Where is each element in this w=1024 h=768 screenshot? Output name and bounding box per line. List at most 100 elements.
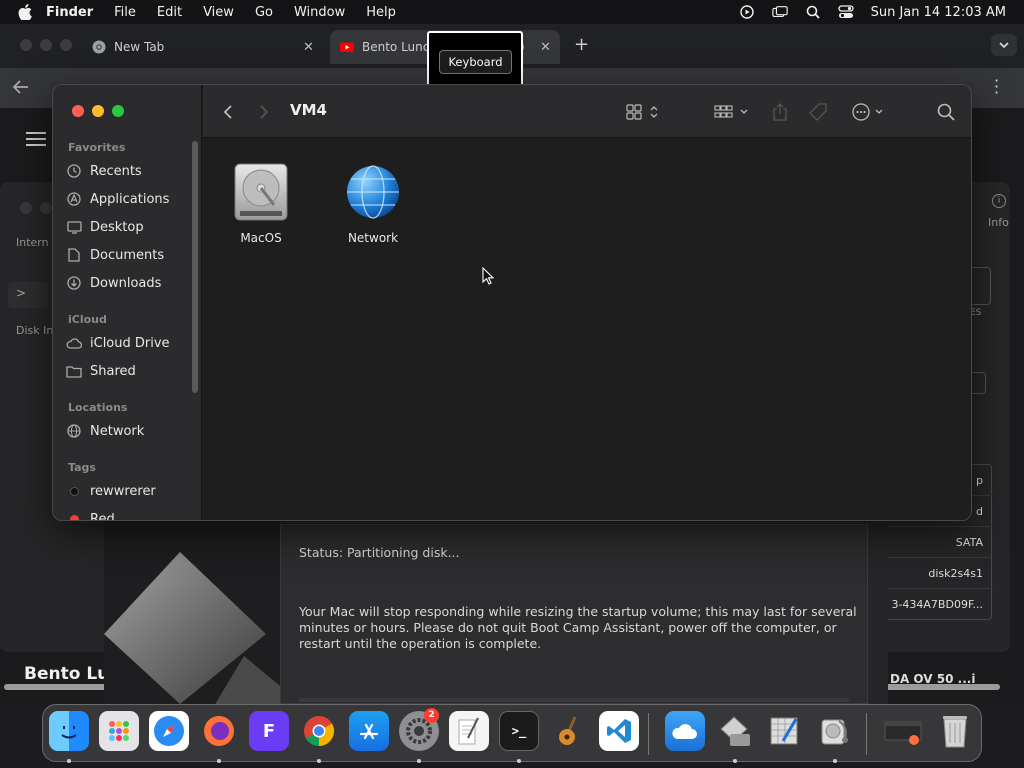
browser-minimize-button[interactable] (40, 39, 52, 51)
terminal-icon[interactable]: >_ (499, 711, 539, 751)
info-icon[interactable]: i (992, 194, 1006, 208)
firefox-icon[interactable] (199, 711, 239, 751)
back-arrow-icon[interactable] (12, 79, 30, 95)
sidebar-item-label: Applications (90, 191, 170, 207)
sidebar-label-disk: Disk In (16, 324, 54, 337)
more-actions-icon[interactable] (852, 101, 888, 123)
back-chevron-icon[interactable] (223, 101, 233, 123)
more-menu-icon[interactable]: · · · (994, 73, 999, 101)
sidebar-item-label: Documents (90, 247, 165, 263)
zoom-button[interactable] (112, 105, 124, 117)
tab-new-tab[interactable]: New Tab ✕ (92, 30, 324, 64)
sidebar-item-label: Recents (90, 163, 142, 179)
window-close-button[interactable] (20, 202, 32, 214)
sidebar-item-label: Shared (90, 363, 136, 379)
minimize-button[interactable] (92, 105, 104, 117)
sidebar-item-applications[interactable]: Applications (66, 187, 191, 211)
network-globe-icon (347, 165, 399, 219)
menu-go[interactable]: Go (255, 5, 273, 20)
share-icon[interactable] (773, 101, 787, 123)
firefox-window-thumbnail-icon[interactable] (883, 711, 923, 751)
textedit-icon[interactable] (449, 711, 489, 751)
sidebar-item-documents[interactable]: Documents (66, 243, 191, 267)
boot-camp-logo-art (104, 516, 280, 704)
menu-help[interactable]: Help (366, 5, 396, 20)
info-label[interactable]: Info (988, 216, 1009, 229)
notification-badge: 2 (424, 708, 439, 723)
sidebar-scrollbar[interactable] (192, 141, 198, 393)
finder-toolbar: VM4 (203, 85, 971, 138)
browser-zoom-button[interactable] (60, 39, 72, 51)
finder-icon[interactable] (49, 711, 89, 751)
menu-app-name[interactable]: Finder (46, 5, 93, 20)
hamburger-menu-icon[interactable] (26, 132, 46, 146)
sidebar-item-downloads[interactable]: Downloads (66, 271, 191, 295)
warning-message: Your Mac will stop responding while resi… (299, 604, 857, 651)
group-by-icon[interactable] (714, 101, 750, 123)
screen-mirroring-icon[interactable] (771, 4, 788, 20)
app-store-icon[interactable] (349, 711, 389, 751)
close-button[interactable] (72, 105, 84, 117)
weather-icon[interactable] (665, 711, 705, 751)
sidebar-item-shared[interactable]: Shared (66, 359, 191, 383)
menu-view[interactable]: View (203, 5, 234, 20)
screen-record-icon[interactable] (739, 4, 755, 20)
finder-window: Favorites Recents Applications Desktop D… (52, 84, 972, 521)
menu-window[interactable]: Window (294, 5, 345, 20)
sidebar-item-icloud-drive[interactable]: iCloud Drive (66, 331, 191, 355)
keyboard-label: Keyboard (439, 50, 512, 74)
document-icon (66, 247, 82, 263)
vscode-icon[interactable] (599, 711, 639, 751)
table-row: SATA (881, 527, 993, 558)
window-title: VM4 (290, 101, 327, 119)
disk-utility-icon[interactable] (815, 711, 855, 751)
page-heading: Bento Lu (24, 664, 110, 684)
forward-chevron-icon[interactable] (259, 101, 269, 123)
disclosure-chevron-icon[interactable]: > (8, 282, 48, 308)
icon-view-icon[interactable] (626, 101, 660, 123)
launchpad-icon[interactable] (99, 711, 139, 751)
boot-camp-assistant-icon[interactable] (715, 711, 755, 751)
search-icon[interactable] (937, 101, 955, 123)
chrome-icon[interactable] (299, 711, 339, 751)
sidebar-item-recents[interactable]: Recents (66, 159, 191, 183)
fenix-icon[interactable]: F (249, 711, 289, 751)
apple-logo-icon[interactable] (18, 4, 32, 20)
progress-bar (299, 698, 849, 702)
tab-search-chevron-icon[interactable] (991, 34, 1017, 56)
script-editor-icon[interactable] (765, 711, 805, 751)
menubar-clock[interactable]: Sun Jan 14 12:03 AM (871, 5, 1006, 20)
table-row: disk2s4s1 (881, 558, 993, 589)
tab-title: Bento Lunc (362, 40, 430, 54)
keyboard-key-popup: Keyboard (427, 31, 523, 91)
window-minimize-button[interactable] (40, 202, 52, 214)
browser-close-button[interactable] (20, 39, 32, 51)
running-indicator (833, 759, 837, 763)
sidebar-tag[interactable]: rewwrerer (66, 479, 191, 503)
sidebar-item-desktop[interactable]: Desktop (66, 215, 191, 239)
menu-edit[interactable]: Edit (157, 5, 182, 20)
dock-separator (866, 713, 867, 755)
trash-icon[interactable] (935, 711, 975, 751)
garageband-icon[interactable] (549, 711, 589, 751)
running-indicator (67, 759, 71, 763)
volume-item-macos[interactable]: MacOS (221, 161, 301, 245)
spotlight-search-icon[interactable] (805, 4, 821, 20)
hard-disk-icon (234, 163, 288, 221)
tag-icon[interactable] (809, 101, 827, 123)
chrome-icon (92, 40, 106, 54)
safari-icon[interactable] (149, 711, 189, 751)
close-tab-icon[interactable]: ✕ (540, 40, 551, 55)
sidebar-tag[interactable]: Red (66, 507, 191, 520)
control-center-icon[interactable] (837, 4, 854, 20)
menu-file[interactable]: File (114, 5, 136, 20)
tags-header: Tags (68, 461, 96, 474)
new-tab-plus-icon[interactable]: + (574, 34, 589, 55)
sidebar-item-network[interactable]: Network (66, 419, 191, 443)
clock-icon (66, 163, 82, 179)
running-indicator (417, 759, 421, 763)
partition-status: Status: Partitioning disk... (299, 545, 460, 560)
volume-item-network[interactable]: Network (333, 161, 413, 245)
close-tab-icon[interactable]: ✕ (303, 40, 314, 55)
running-indicator (217, 759, 221, 763)
